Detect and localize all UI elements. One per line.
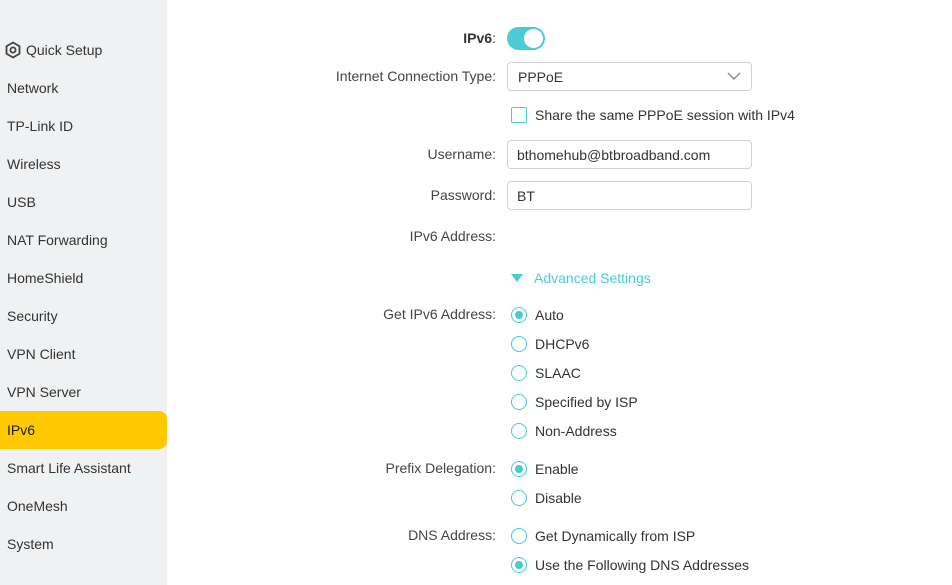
share-session-checkbox[interactable] [511,107,527,123]
radio-label: SLAAC [535,365,581,381]
sidebar-item-label: VPN Server [7,384,81,400]
prefix-delegation-option-enable[interactable]: Enable [511,461,579,477]
connection-type-value: PPPoE [518,68,564,85]
radio-button[interactable] [511,365,527,381]
sidebar-item-label: NAT Forwarding [7,232,108,248]
connection-type-label: Internet Connection Type: [335,68,496,84]
radio-button[interactable] [511,557,527,573]
sidebar-item-label: Network [7,80,59,96]
prefix-delegation-label: Prefix Delegation: [385,460,496,476]
radio-label: Enable [535,461,579,477]
radio-button[interactable] [511,307,527,323]
ipv6-label: IPv6: [463,30,496,46]
sidebar-item-tp-link-id[interactable]: TP-Link ID [0,107,167,145]
get-address-option-dhcpv6[interactable]: DHCPv6 [511,336,589,352]
sidebar-item-security[interactable]: Security [0,297,167,335]
share-session-option[interactable]: Share the same PPPoE session with IPv4 [511,107,795,123]
share-session-label: Share the same PPPoE session with IPv4 [535,107,795,123]
radio-button[interactable] [511,490,527,506]
sidebar-item-usb[interactable]: USB [0,183,167,221]
toggle-knob [524,29,543,48]
radio-label: Auto [535,307,564,323]
radio-label: Non-Address [535,423,617,439]
ipv6-label-colon: : [492,30,496,46]
radio-button[interactable] [511,423,527,439]
radio-label: Get Dynamically from ISP [535,528,696,544]
sidebar-item-homeshield[interactable]: HomeShield [0,259,167,297]
sidebar-item-label: Wireless [7,156,61,172]
dns-option-manual[interactable]: Use the Following DNS Addresses [511,557,749,573]
radio-button[interactable] [511,394,527,410]
sidebar-item-onemesh[interactable]: OneMesh [0,487,167,525]
sidebar-item-label: Quick Setup [26,42,103,58]
password-label: Password: [430,187,496,203]
sidebar: Quick Setup Network TP-Link ID Wireless … [0,0,167,585]
ipv6-label-text: IPv6 [463,30,493,46]
get-address-option-specified-by-isp[interactable]: Specified by ISP [511,394,638,410]
sidebar-item-label: Smart Life Assistant [7,460,131,476]
username-input[interactable] [507,140,752,169]
chevron-down-icon [727,72,741,80]
sidebar-item-wireless[interactable]: Wireless [0,145,167,183]
sidebar-item-vpn-server[interactable]: VPN Server [0,373,167,411]
radio-button[interactable] [511,528,527,544]
sidebar-item-label: IPv6 [7,422,36,438]
dns-address-label: DNS Address: [408,527,496,543]
connection-type-select[interactable]: PPPoE [507,62,752,91]
radio-label: Use the Following DNS Addresses [535,557,749,573]
sidebar-item-label: HomeShield [7,270,84,286]
radio-label: Specified by ISP [535,394,638,410]
sidebar-item-smart-life-assistant[interactable]: Smart Life Assistant [0,449,167,487]
password-input[interactable] [507,181,752,210]
get-address-option-auto[interactable]: Auto [511,307,564,323]
ipv6-toggle[interactable] [507,27,545,50]
prefix-delegation-option-disable[interactable]: Disable [511,490,582,506]
radio-label: Disable [535,490,582,506]
sidebar-item-vpn-client[interactable]: VPN Client [0,335,167,373]
sidebar-item-label: Security [7,308,58,324]
username-label: Username: [427,146,496,162]
radio-button[interactable] [511,336,527,352]
sidebar-item-quick-setup[interactable]: Quick Setup [0,31,167,69]
sidebar-item-label: TP-Link ID [7,118,74,134]
sidebar-item-label: OneMesh [7,498,68,514]
gear-icon [5,41,21,59]
sidebar-item-nat-forwarding[interactable]: NAT Forwarding [0,221,167,259]
sidebar-item-ipv6[interactable]: IPv6 [0,411,167,449]
sidebar-item-label: USB [7,194,36,210]
sidebar-item-system[interactable]: System [0,525,167,563]
get-address-option-non-address[interactable]: Non-Address [511,423,617,439]
advanced-settings-label: Advanced Settings [534,270,651,286]
advanced-settings-toggle[interactable]: Advanced Settings [511,270,651,286]
ipv6-address-label: IPv6 Address: [409,228,496,244]
dns-option-dynamic[interactable]: Get Dynamically from ISP [511,528,695,544]
triangle-down-icon [511,274,523,282]
sidebar-item-label: VPN Client [7,346,76,362]
sidebar-item-network[interactable]: Network [0,69,167,107]
get-address-option-slaac[interactable]: SLAAC [511,365,581,381]
radio-button[interactable] [511,461,527,477]
get-ipv6-address-label: Get IPv6 Address: [383,306,496,322]
radio-label: DHCPv6 [535,336,590,352]
ipv6-settings-form: IPv6: Internet Connection Type: PPPoE Sh… [167,0,952,585]
sidebar-item-label: System [7,536,54,552]
